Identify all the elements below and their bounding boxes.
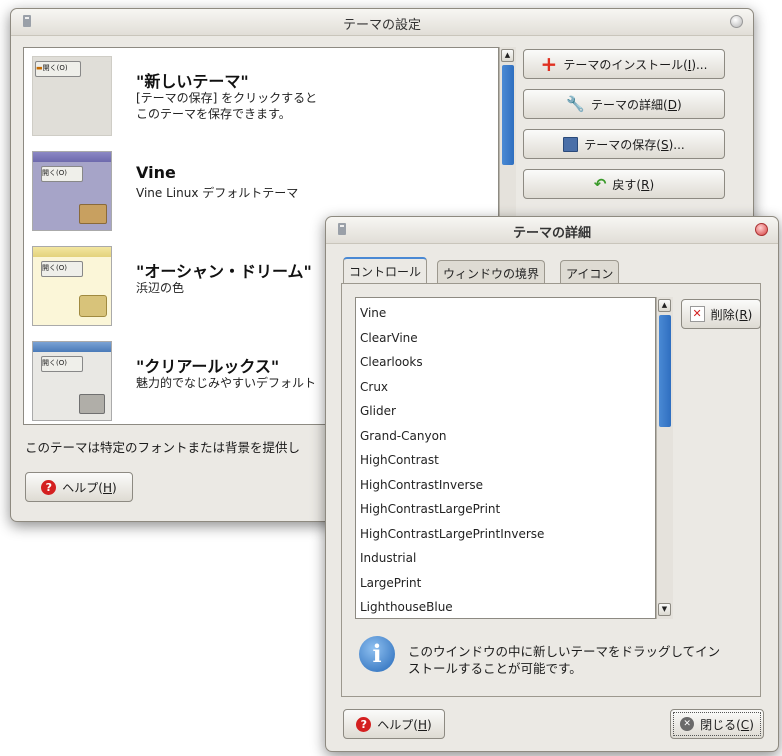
scroll-up-icon[interactable]: ▲	[658, 299, 671, 312]
help-icon: ?	[41, 479, 57, 495]
close-icon[interactable]	[755, 223, 768, 236]
help-button[interactable]: ? ヘルプ(H)	[343, 709, 445, 739]
close-x-icon: ✕	[680, 717, 695, 731]
list-item[interactable]: HighContrast	[360, 448, 439, 473]
theme-description: 浜辺の色	[136, 281, 185, 295]
tab-icons[interactable]: アイコン	[560, 260, 620, 284]
list-item[interactable]: LighthouseBlue	[360, 595, 453, 618]
titlebar[interactable]: テーマの設定	[11, 9, 753, 36]
close-button[interactable]: ✕ 閉じる(C)	[670, 709, 764, 739]
revert-arrow-icon: ↶	[593, 175, 607, 193]
revert-button[interactable]: ↶ 戻す(R)	[523, 169, 725, 199]
list-item[interactable]: Glider	[360, 399, 396, 424]
window-title: テーマの設定	[342, 18, 421, 33]
delete-x-icon: ✕	[689, 306, 705, 322]
list-item[interactable]: HighContrastLargePrintInverse	[360, 522, 544, 547]
info-icon: i	[359, 636, 395, 672]
delete-button[interactable]: ✕ 削除(R)	[681, 299, 761, 329]
delete-label: 削除(R)	[710, 307, 753, 322]
tab-controls[interactable]: コントロール	[343, 257, 428, 284]
theme-description: 魅力的でなじみやすいデフォルト	[136, 376, 317, 390]
titlebar[interactable]: テーマの詳細	[326, 217, 778, 244]
help-label: ヘルプ(H)	[377, 717, 432, 732]
preview-open-button: 開く(O)	[41, 261, 83, 277]
theme-name: "クリアールックス"	[136, 357, 280, 376]
preview-open-button: ▬開く(O)	[35, 61, 81, 77]
floppy-icon	[563, 136, 579, 152]
folder-icon	[79, 204, 107, 224]
theme-description: [テーマの保存] をクリックすると	[136, 91, 318, 105]
list-item[interactable]: Crux	[360, 375, 388, 400]
close-icon[interactable]	[730, 15, 743, 28]
folder-icon	[79, 295, 107, 317]
tab-panel: Vine ClearVine Clearlooks Crux Glider Gr…	[341, 283, 761, 697]
theme-preview: ▬開く(O)	[32, 56, 112, 136]
help-icon: ?	[356, 716, 372, 732]
install-theme-label: テーマのインストール(I)...	[563, 57, 708, 72]
tab-window-border[interactable]: ウィンドウの境界	[437, 260, 546, 284]
theme-name: "オーシャン・ドリーム"	[136, 262, 312, 281]
folder-icon	[79, 394, 105, 414]
plus-icon: +	[540, 52, 558, 76]
theme-details-button[interactable]: 🔧 テーマの詳細(D)	[523, 89, 725, 119]
save-theme-button[interactable]: テーマの保存(S)...	[523, 129, 725, 159]
theme-details-label: テーマの詳細(D)	[591, 97, 682, 112]
theme-name: Vine	[136, 163, 176, 182]
list-item[interactable]: Clearlooks	[360, 350, 423, 375]
theme-description: このテーマを保存できます。	[136, 107, 291, 121]
help-button[interactable]: ? ヘルプ(H)	[25, 472, 133, 502]
close-label: 閉じる(C)	[700, 717, 754, 732]
theme-description: Vine Linux デフォルトテーマ	[136, 186, 299, 200]
preview-open-button: 開く(O)	[41, 166, 83, 182]
list-item[interactable]: ▬開く(O) "新しいテーマ" [テーマの保存] をクリックすると このテーマを…	[24, 48, 498, 143]
list-item[interactable]: HighContrastInverse	[360, 473, 483, 498]
revert-label: 戻す(R)	[612, 177, 655, 192]
list-item[interactable]: Vine	[360, 301, 386, 326]
save-theme-label: テーマの保存(S)...	[584, 137, 685, 152]
info-text-line2: ストールすることが可能です。	[408, 661, 582, 676]
theme-preview: 開く(O)	[32, 246, 112, 326]
scroll-thumb[interactable]	[502, 65, 514, 165]
list-item[interactable]: Grand-Canyon	[360, 424, 447, 449]
list-item[interactable]: LargePrint	[360, 571, 421, 596]
list-item[interactable]: HighContrastLargePrint	[360, 497, 500, 522]
status-text: このテーマは特定のフォントまたは背景を提供し	[25, 440, 301, 455]
wrench-icon: 🔧	[566, 95, 586, 113]
theme-name: "新しいテーマ"	[136, 72, 249, 91]
preview-open-button: 開く(O)	[41, 356, 83, 372]
scroll-thumb[interactable]	[659, 315, 671, 427]
theme-list[interactable]: Vine ClearVine Clearlooks Crux Glider Gr…	[355, 297, 656, 619]
dialog-title: テーマの詳細	[512, 226, 591, 241]
scroll-up-icon[interactable]: ▲	[501, 49, 514, 62]
list-item[interactable]: ClearVine	[360, 326, 418, 351]
theme-preview: 開く(O)	[32, 151, 112, 231]
install-theme-button[interactable]: + テーマのインストール(I)...	[523, 49, 725, 79]
help-label: ヘルプ(H)	[62, 480, 117, 495]
scroll-down-icon[interactable]: ▼	[658, 603, 671, 616]
list-item[interactable]: Industrial	[360, 546, 416, 571]
theme-details-dialog: テーマの詳細 コントロール ウィンドウの境界 アイコン Vine ClearVi…	[325, 216, 779, 752]
theme-preview: 開く(O)	[32, 341, 112, 421]
theme-list-scrollbar[interactable]: ▲ ▼	[656, 297, 673, 619]
